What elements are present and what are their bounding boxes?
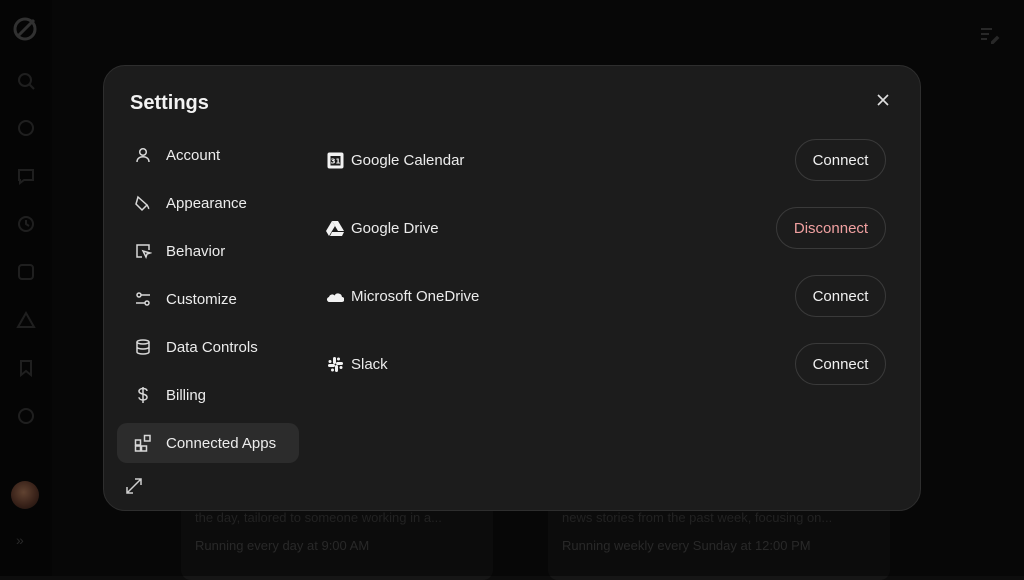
nav-item-appearance[interactable]: Appearance [117, 183, 299, 223]
app-row-google-calendar: 31 Google Calendar Connect [326, 138, 886, 182]
close-icon [877, 94, 889, 106]
dollar-icon [133, 385, 153, 405]
svg-text:31: 31 [330, 157, 340, 165]
expand-icon[interactable] [124, 476, 144, 496]
nav-item-account[interactable]: Account [117, 135, 299, 175]
nav-item-customize[interactable]: Customize [117, 279, 299, 319]
nav-item-label: Behavior [166, 242, 226, 260]
app-row-microsoft-onedrive: Microsoft OneDrive Connect [326, 274, 886, 318]
nav-item-behavior[interactable]: Behavior [117, 231, 299, 271]
app-row-google-drive: Google Drive Disconnect [326, 206, 886, 250]
slack-icon [326, 355, 344, 373]
nav-item-connected-apps[interactable]: Connected Apps [117, 423, 299, 463]
apps-grid-icon [133, 433, 153, 453]
nav-item-label: Data Controls [166, 338, 258, 356]
nav-item-label: Customize [166, 290, 237, 308]
connect-google-calendar-button[interactable]: Connect [795, 139, 886, 181]
close-button[interactable] [871, 88, 895, 112]
connect-slack-button[interactable]: Connect [795, 343, 886, 385]
connected-apps-list: 31 Google Calendar Connect Google Drive … [326, 138, 886, 410]
app-name: Microsoft OneDrive [351, 287, 480, 305]
google-calendar-icon: 31 [326, 151, 344, 169]
settings-modal: Settings Account Appearance Behavior Cus… [103, 65, 921, 511]
nav-item-data-controls[interactable]: Data Controls [117, 327, 299, 367]
cursor-box-icon [133, 241, 153, 261]
settings-nav: Account Appearance Behavior Customize Da… [117, 135, 299, 471]
nav-item-billing[interactable]: Billing [117, 375, 299, 415]
user-icon [133, 145, 153, 165]
onedrive-icon [326, 287, 344, 305]
google-drive-icon [326, 219, 344, 237]
app-name: Google Drive [351, 219, 439, 237]
nav-item-label: Connected Apps [166, 434, 277, 452]
nav-item-label: Appearance [166, 194, 247, 212]
nav-item-label: Account [166, 146, 221, 164]
sliders-icon [133, 289, 153, 309]
connect-onedrive-button[interactable]: Connect [795, 275, 886, 317]
nav-item-label: Billing [166, 386, 207, 404]
database-icon [133, 337, 153, 357]
app-row-slack: Slack Connect [326, 342, 886, 386]
disconnect-google-drive-button[interactable]: Disconnect [776, 207, 886, 249]
modal-title: Settings [130, 92, 209, 114]
app-name: Slack [351, 355, 388, 373]
paint-bucket-icon [133, 193, 153, 213]
app-name: Google Calendar [351, 151, 465, 169]
